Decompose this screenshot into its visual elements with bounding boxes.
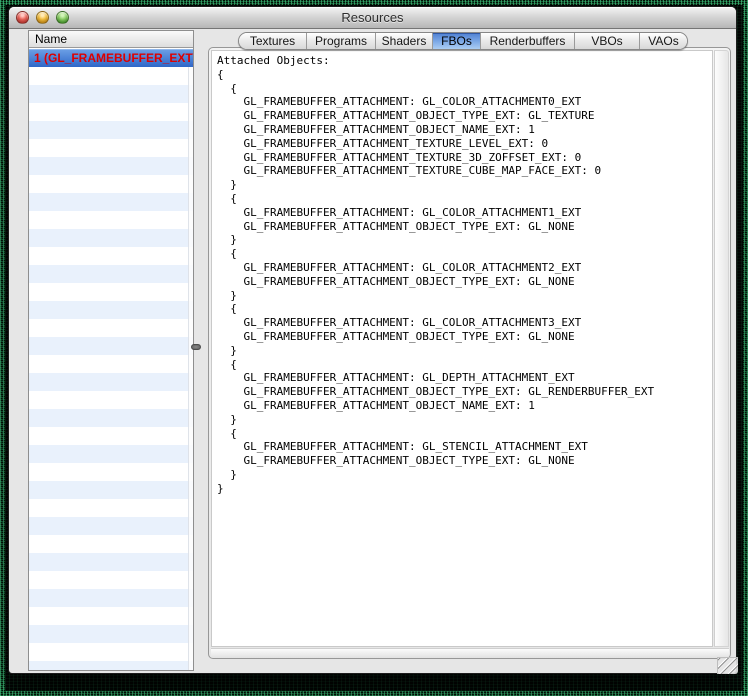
window-title: Resources: [9, 7, 736, 29]
sidebar-list-body: 1 (GL_FRAMEBUFFER_EXT): [29, 49, 193, 670]
tab-textures[interactable]: Textures: [239, 33, 306, 49]
tab-vaos[interactable]: VAOs: [639, 33, 687, 49]
splitter-handle-icon[interactable]: [191, 344, 201, 350]
tab-renderbuffers[interactable]: Renderbuffers: [480, 33, 574, 49]
tab-bar: Textures Programs Shaders FBOs Renderbuf…: [238, 32, 688, 50]
desktop-background: Resources Name 1 (GL_FRAMEBUFFER_EXT) Te…: [0, 0, 748, 696]
resize-grip-icon[interactable]: [717, 657, 738, 674]
vertical-scrollbar-track[interactable]: [714, 50, 729, 647]
sidebar-resource-list: Name 1 (GL_FRAMEBUFFER_EXT): [28, 30, 194, 671]
resources-window: Resources Name 1 (GL_FRAMEBUFFER_EXT) Te…: [8, 6, 737, 674]
horizontal-scrollbar-track[interactable]: [211, 648, 729, 658]
sidebar-item-framebuffer[interactable]: 1 (GL_FRAMEBUFFER_EXT): [29, 49, 193, 67]
titlebar[interactable]: Resources: [9, 7, 736, 29]
attached-objects-text: Attached Objects: { { GL_FRAMEBUFFER_ATT…: [212, 51, 712, 499]
sidebar-scrollbar-track[interactable]: [188, 67, 193, 670]
tab-programs[interactable]: Programs: [306, 33, 375, 49]
fbo-detail-panel: Attached Objects: { { GL_FRAMEBUFFER_ATT…: [208, 47, 731, 659]
name-column-header[interactable]: Name: [29, 31, 193, 48]
tab-fbos[interactable]: FBOs: [432, 33, 480, 49]
tab-shaders[interactable]: Shaders: [375, 33, 432, 49]
attached-objects-view: Attached Objects: { { GL_FRAMEBUFFER_ATT…: [211, 50, 713, 647]
tab-vbos[interactable]: VBOs: [574, 33, 639, 49]
sidebar-empty-rows: [29, 67, 193, 670]
